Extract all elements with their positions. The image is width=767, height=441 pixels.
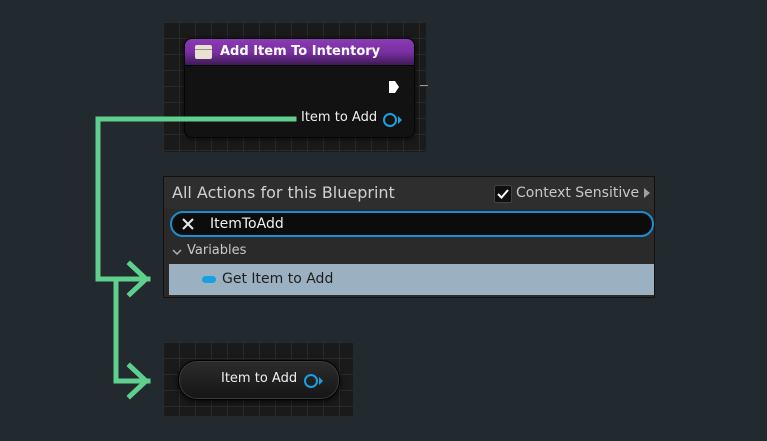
annotation-line-to-menu — [95, 116, 297, 282]
annotation-arrows — [95, 116, 297, 400]
